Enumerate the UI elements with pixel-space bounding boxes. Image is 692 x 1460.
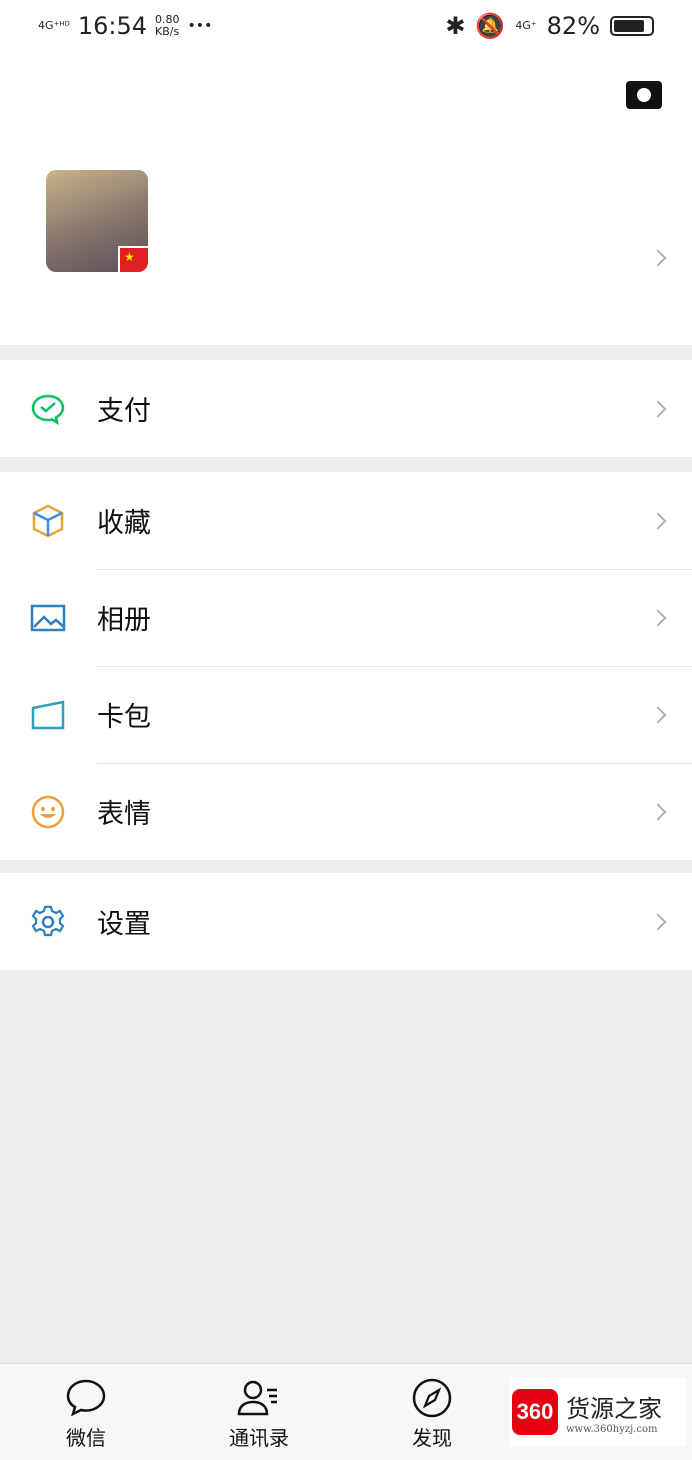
tab-label: 发现 xyxy=(412,1426,452,1450)
chat-bubble-icon xyxy=(66,1379,106,1417)
image-icon xyxy=(30,604,66,631)
menu-label: 支付 xyxy=(97,396,151,427)
battery-percent: 82% xyxy=(546,12,600,40)
chevron-right-icon xyxy=(649,913,667,931)
watermark-url: www.360hyzj.com xyxy=(566,1424,658,1435)
compass-icon xyxy=(412,1378,452,1418)
watermark-title: 货源之家 xyxy=(566,1395,662,1423)
tab-chats[interactable]: 微信 xyxy=(31,1378,141,1451)
smiley-icon xyxy=(31,795,65,828)
chevron-right-icon xyxy=(649,609,667,627)
avatar[interactable]: ★ xyxy=(46,170,148,272)
watermark-logo: 360 xyxy=(512,1389,558,1435)
menu-item-cards[interactable]: 卡包 xyxy=(0,666,692,763)
contacts-icon xyxy=(237,1380,277,1416)
clock: 16:54 xyxy=(77,12,148,40)
gear-icon xyxy=(31,905,65,936)
menu-label: 卡包 xyxy=(97,702,151,733)
pay-group: 支付 xyxy=(0,360,692,457)
menu-item-pay[interactable]: 支付 xyxy=(0,360,692,457)
chevron-right-icon xyxy=(649,249,667,267)
chevron-right-icon xyxy=(649,400,667,418)
menu-item-stickers[interactable]: 表情 xyxy=(0,763,692,860)
watermark: 360 货源之家 www.360hyzj.com xyxy=(510,1378,686,1446)
chevron-right-icon xyxy=(649,706,667,724)
menu-item-settings[interactable]: 设置 xyxy=(0,873,692,970)
menu-label: 收藏 xyxy=(97,508,151,539)
cube-icon xyxy=(32,504,64,537)
speed-unit: KB/s xyxy=(155,25,180,38)
more-dots: ••• xyxy=(187,18,213,34)
menu-label: 相册 xyxy=(97,605,151,636)
tab-discover[interactable]: 发现 xyxy=(377,1378,487,1451)
tab-contacts[interactable]: 通讯录 xyxy=(204,1378,314,1451)
settings-group: 设置 xyxy=(0,873,692,970)
china-flag-icon: ★ xyxy=(118,246,148,272)
menu-label: 设置 xyxy=(97,909,151,940)
menu-item-album[interactable]: 相册 xyxy=(0,569,692,666)
status-bar: 4G⁺ᴴᴰ 16:54 0.80 KB/s ••• ✱ 🔕 4G⁺ 82% xyxy=(0,0,692,55)
camera-icon[interactable] xyxy=(626,81,662,109)
wechat-pay-icon xyxy=(31,394,65,425)
chevron-right-icon xyxy=(649,803,667,821)
bluetooth-icon: ✱ xyxy=(445,12,466,40)
main-group: 收藏 相册 卡包 表情 xyxy=(0,472,692,860)
profile-header[interactable]: ★ xyxy=(0,55,692,345)
bell-muted-icon: 🔕 xyxy=(475,12,506,40)
tab-label: 微信 xyxy=(66,1426,106,1450)
chevron-right-icon xyxy=(649,512,667,530)
menu-label: 表情 xyxy=(97,799,151,830)
tab-label: 通讯录 xyxy=(229,1426,289,1450)
network-indicator: 4G⁺ xyxy=(515,19,537,32)
signal-indicator: 4G⁺ᴴᴰ xyxy=(38,19,70,32)
network-speed: 0.80 KB/s xyxy=(155,14,180,38)
card-icon xyxy=(31,699,65,729)
menu-item-favorites[interactable]: 收藏 xyxy=(0,472,692,569)
battery-icon xyxy=(610,16,654,36)
